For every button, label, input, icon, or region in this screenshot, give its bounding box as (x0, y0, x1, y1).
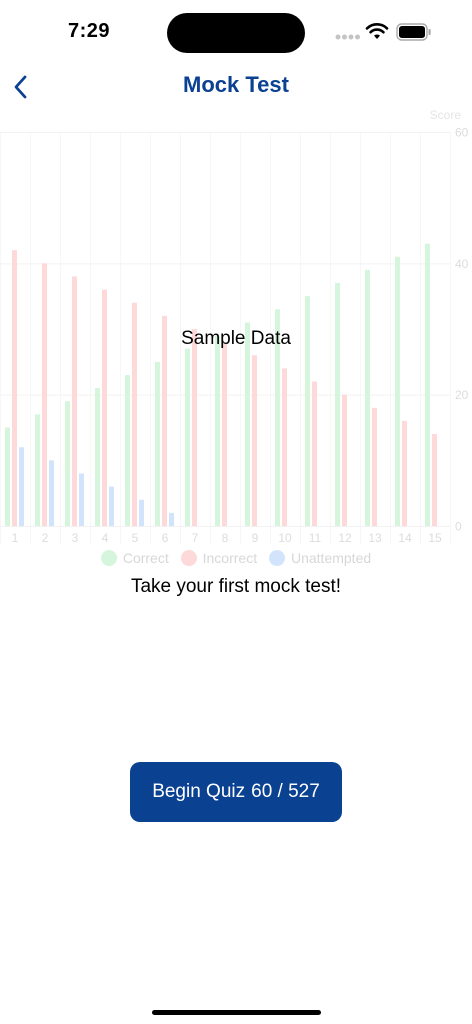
bar-correct (155, 361, 160, 526)
x-tick-label: 5 (132, 531, 139, 545)
bar-incorrect (372, 407, 377, 526)
chart-legend: Correct Incorrect Unattempted (0, 550, 472, 570)
bar-unattempted (49, 460, 54, 526)
x-tick-label: 11 (309, 531, 322, 545)
wifi-icon (365, 22, 389, 39)
bar-correct (95, 388, 100, 526)
status-time: 7:29 (68, 20, 111, 42)
bar-unattempted (169, 512, 174, 526)
bar-incorrect (342, 394, 347, 526)
empty-state-message: Take your first mock test! (130, 576, 342, 597)
begin-quiz-label: Begin Quiz (152, 781, 246, 802)
dynamic-island (167, 13, 305, 53)
x-tick-label: 7 (192, 531, 199, 545)
page-title: Mock Test (183, 72, 289, 97)
legend-dot-incorrect (180, 550, 197, 566)
home-indicator (152, 1010, 321, 1015)
x-tick-label: 8 (222, 531, 229, 545)
legend-item-correct: Correct (100, 550, 169, 566)
x-tick-label: 4 (102, 531, 109, 545)
bar-correct (365, 269, 370, 526)
y-tick-label: 60 (455, 126, 469, 140)
bar-correct (335, 283, 340, 526)
bar-correct (395, 256, 400, 526)
bar-correct (65, 401, 70, 526)
y-tick-label: 20 (455, 388, 469, 402)
bar-incorrect (72, 276, 77, 526)
bar-incorrect (12, 250, 17, 526)
bar-incorrect (402, 420, 407, 526)
x-tick-label: 13 (368, 531, 382, 545)
question-progress: 60 / 527 (251, 781, 320, 802)
bar-correct (5, 427, 10, 526)
bar-correct (425, 243, 430, 526)
battery-icon (396, 23, 431, 41)
bar-incorrect (102, 289, 107, 526)
x-tick-label: 12 (338, 531, 352, 545)
sample-data-label: Sample Data (181, 328, 291, 349)
y-axis-title: Score (430, 108, 462, 122)
bar-incorrect (222, 342, 227, 526)
bar-incorrect (312, 381, 317, 526)
x-tick-label: 2 (42, 531, 49, 545)
legend-label-incorrect: Incorrect (202, 550, 258, 566)
bar-unattempted (109, 486, 114, 526)
x-tick-label: 3 (72, 531, 79, 545)
x-tick-label: 6 (162, 531, 169, 545)
bar-incorrect (432, 434, 437, 526)
bar-incorrect (42, 263, 47, 526)
y-tick-label: 40 (455, 257, 469, 271)
bar-correct (35, 414, 40, 526)
cellular-signal-icon (335, 34, 360, 40)
bar-correct (245, 322, 250, 526)
x-tick-label: 9 (252, 531, 259, 545)
x-tick-label: 10 (278, 531, 292, 545)
legend-dot-correct (100, 550, 117, 566)
bar-correct (185, 348, 190, 526)
legend-dot-unattempted (268, 550, 285, 566)
bar-incorrect (192, 329, 197, 526)
x-tick-label: 15 (428, 531, 442, 545)
bar-correct (215, 335, 220, 526)
x-tick-label: 14 (398, 531, 412, 545)
navigation-bar: Mock Test (0, 64, 472, 108)
y-tick-label: 0 (455, 520, 462, 534)
x-tick-label: 1 (12, 531, 19, 545)
legend-label-correct: Correct (122, 550, 169, 566)
bar-incorrect (252, 355, 257, 526)
bar-unattempted (19, 447, 24, 526)
bar-unattempted (79, 473, 84, 526)
status-bar: 7:29 (0, 0, 472, 64)
legend-item-incorrect: Incorrect (180, 550, 258, 566)
begin-quiz-button[interactable]: Begin Quiz 60 / 527 (130, 762, 342, 822)
bar-correct (125, 374, 130, 526)
legend-item-unattempted: Unattempted (268, 550, 372, 566)
bar-incorrect (282, 368, 287, 526)
legend-label-unattempted: Unattempted (290, 550, 372, 566)
bar-unattempted (139, 499, 144, 526)
